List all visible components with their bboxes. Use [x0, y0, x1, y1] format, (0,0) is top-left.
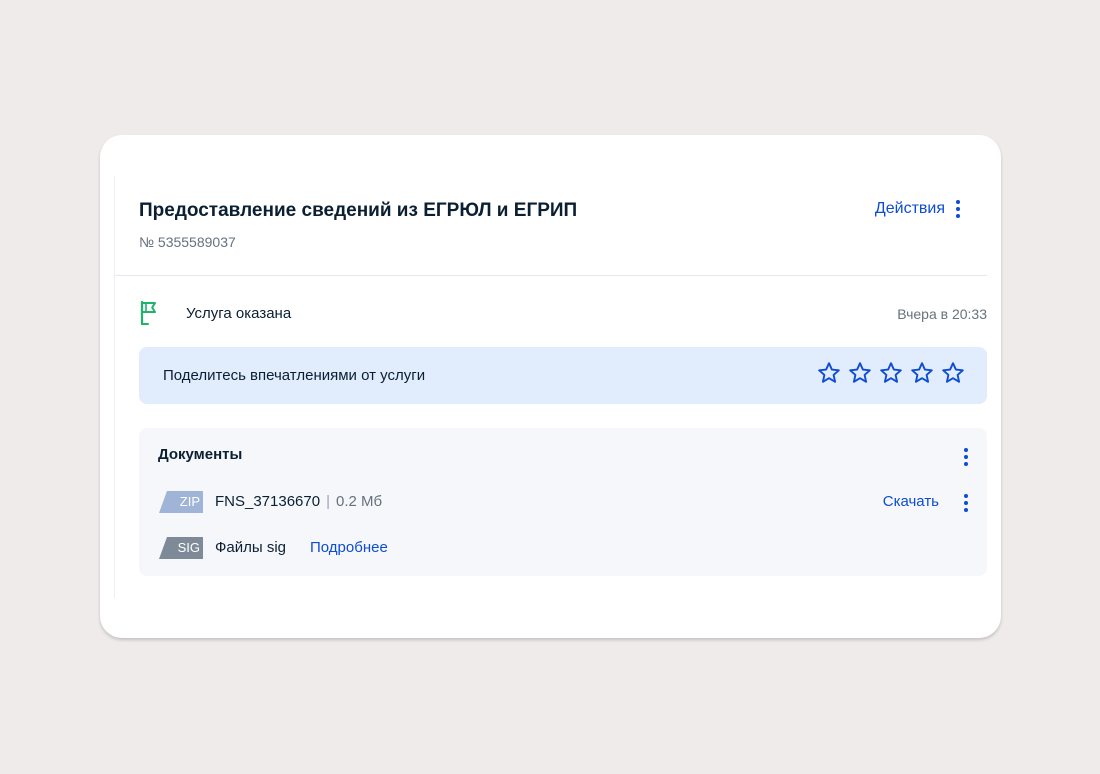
divider	[115, 275, 987, 276]
star-icon-2[interactable]	[848, 361, 872, 385]
file-size: 0.2 Мб	[336, 493, 383, 510]
actions-label[interactable]: Действия	[875, 200, 945, 218]
file-row-zip: ZIP FNS_37136670 | 0.2 Мб Скачать	[159, 491, 969, 515]
star-icon-5[interactable]	[941, 361, 965, 385]
status-time: Вчера в 20:33	[897, 306, 987, 322]
rating-stars[interactable]	[817, 361, 965, 385]
documents-more-icon[interactable]	[963, 448, 969, 466]
order-number: № 5355589037	[139, 234, 236, 250]
order-card-content: Предоставление сведений из ЕГРЮЛ и ЕГРИП…	[114, 176, 987, 598]
star-icon-3[interactable]	[879, 361, 903, 385]
more-vertical-icon[interactable]	[955, 200, 961, 218]
feedback-prompt: Поделитесь впечатлениями от услуги	[163, 367, 426, 384]
documents-panel: Документы ZIP FNS_37136670 | 0.2 Мб Скачат…	[139, 428, 987, 576]
star-icon-1[interactable]	[817, 361, 841, 385]
status-row: Услуга оказана Вчера в 20:33	[139, 300, 987, 328]
file-more-icon[interactable]	[963, 494, 969, 512]
download-link[interactable]: Скачать	[883, 493, 939, 510]
sig-badge-icon: SIG	[159, 537, 203, 559]
actions-menu[interactable]: Действия	[875, 200, 961, 218]
file-separator: |	[326, 493, 330, 510]
order-title: Предоставление сведений из ЕГРЮЛ и ЕГРИП	[139, 200, 578, 221]
file-name: FNS_37136670 | 0.2 Мб	[215, 493, 382, 510]
zip-badge-icon: ZIP	[159, 491, 203, 513]
feedback-banner: Поделитесь впечатлениями от услуги	[139, 347, 987, 404]
details-link[interactable]: Подробнее	[310, 539, 388, 556]
order-card: Предоставление сведений из ЕГРЮЛ и ЕГРИП…	[100, 135, 1001, 638]
file-name-sig: Файлы sig	[215, 539, 287, 556]
file-row-sig: SIG Файлы sig Подробнее	[159, 537, 969, 561]
documents-title: Документы	[158, 446, 243, 463]
star-icon-4[interactable]	[910, 361, 934, 385]
flag-icon	[140, 300, 156, 326]
status-text: Услуга оказана	[186, 305, 292, 322]
file-name-text: FNS_37136670	[215, 493, 321, 510]
